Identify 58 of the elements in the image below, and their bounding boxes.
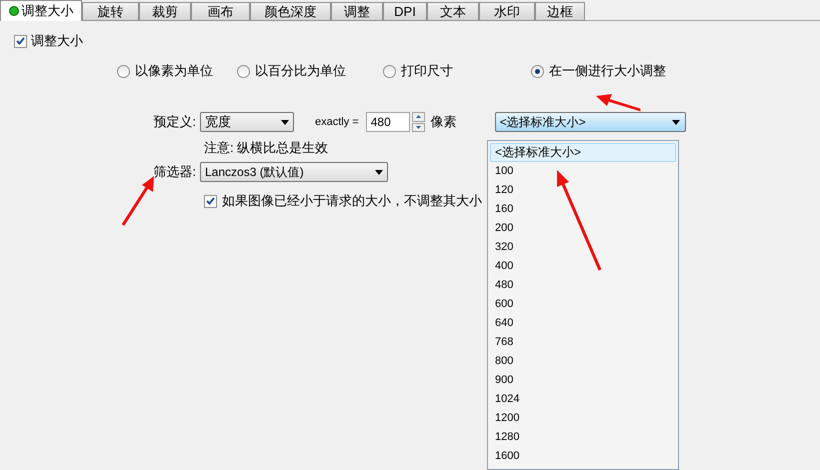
- up-arrow-icon: [416, 115, 421, 118]
- dropdown-option[interactable]: 1024: [490, 390, 676, 409]
- dropdown-option[interactable]: 1600: [490, 447, 676, 466]
- group-checkbox[interactable]: [14, 34, 27, 48]
- tab[interactable]: 裁剪: [139, 2, 191, 21]
- radio-label: 打印尺寸: [401, 62, 453, 80]
- filter-dropdown[interactable]: Lanczos3 (默认值): [200, 162, 388, 182]
- check-icon: [16, 37, 25, 45]
- radio-label: 以像素为单位: [135, 62, 213, 80]
- field-label: 筛选器:: [152, 163, 197, 182]
- tab[interactable]: 画布: [191, 2, 250, 21]
- spin-buttons[interactable]: [412, 112, 425, 132]
- dropdown-option[interactable]: 768: [490, 333, 676, 352]
- group-label: 调整大小: [31, 32, 83, 50]
- dropdown-option[interactable]: 1280: [490, 428, 676, 447]
- tab[interactable]: DPI: [383, 2, 427, 21]
- tab[interactable]: 边框: [535, 2, 585, 21]
- tab[interactable]: 调整大小: [0, 0, 82, 21]
- radio-button[interactable]: [531, 64, 544, 78]
- dropdown-option[interactable]: 120: [490, 181, 676, 200]
- down-arrow-icon: [416, 126, 421, 129]
- dropdown-option[interactable]: 200: [490, 219, 676, 238]
- dropdown-option[interactable]: 400: [490, 257, 676, 276]
- dropdown-option[interactable]: 640: [490, 314, 676, 333]
- annotation-arrow: [122, 176, 154, 226]
- tab[interactable]: 调整: [331, 2, 383, 21]
- dropdown-option[interactable]: 480: [490, 276, 676, 295]
- dropdown-option[interactable]: 100: [490, 162, 676, 181]
- tab[interactable]: 旋转: [82, 2, 139, 21]
- note-text: 注意: 纵横比总是生效: [204, 140, 328, 155]
- radio-button[interactable]: [117, 64, 130, 78]
- tab[interactable]: 文本: [427, 2, 479, 21]
- radio-button[interactable]: [237, 64, 250, 78]
- dropdown-option[interactable]: <选择标准大小>: [490, 143, 676, 162]
- caret-icon: [672, 120, 680, 124]
- dropdown-option[interactable]: 320: [490, 238, 676, 257]
- number-input[interactable]: 480: [366, 112, 410, 132]
- tab[interactable]: 水印: [479, 2, 535, 21]
- radio-label: 以百分比为单位: [255, 62, 346, 80]
- annotation-arrow: [596, 94, 640, 112]
- dropdown-option[interactable]: 900: [490, 371, 676, 390]
- dropdown-option[interactable]: 1200: [490, 409, 676, 428]
- check-icon: [206, 197, 215, 205]
- field-label: exactly =: [315, 114, 359, 130]
- field-label: 预定义:: [152, 113, 197, 132]
- standard-size-dropdown[interactable]: <选择标准大小>: [494, 112, 686, 132]
- dropdown-option[interactable]: 160: [490, 200, 676, 219]
- radio-label: 在一侧进行大小调整: [549, 62, 666, 80]
- tab[interactable]: 颜色深度: [250, 2, 331, 21]
- checkbox-label: 如果图像已经小于请求的大小，不调整其大小: [222, 192, 482, 210]
- caret-icon: [375, 170, 383, 174]
- dropdown-option[interactable]: 800: [490, 352, 676, 371]
- radio-button[interactable]: [383, 64, 396, 78]
- caret-icon: [281, 120, 289, 124]
- checkbox[interactable]: [204, 194, 217, 208]
- predefined-dropdown[interactable]: 宽度: [200, 112, 294, 132]
- dropdown-option[interactable]: 600: [490, 295, 676, 314]
- unit-label: 像素: [430, 113, 457, 132]
